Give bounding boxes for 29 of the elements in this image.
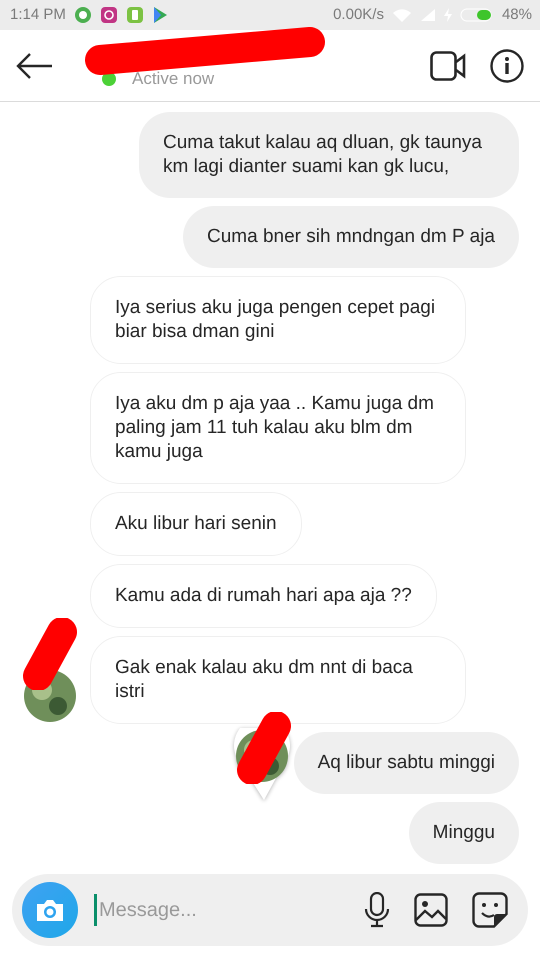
camera-icon — [35, 897, 65, 923]
sticker-icon[interactable] — [472, 892, 508, 928]
info-icon[interactable] — [490, 48, 524, 82]
camera-app-icon — [100, 6, 118, 24]
battery-percent: 48% — [502, 4, 532, 25]
microphone-icon[interactable] — [364, 892, 390, 928]
battery-icon — [460, 7, 494, 23]
avatar[interactable] — [22, 668, 78, 724]
play-store-icon — [152, 6, 168, 24]
chat-message: Minggu — [408, 802, 519, 864]
chat-message: Kamu ada di rumah hari apa aja ?? — [90, 564, 437, 628]
redaction-mark — [22, 618, 78, 690]
chat-message: Iya serius aku juga pengen cepet pagi biar bisa dman gini — [90, 276, 466, 364]
status-time: 1:14 PM — [10, 4, 66, 25]
chat-message: Gak enak kalau aku dm nnt di baca istri — [90, 636, 466, 724]
chat-app-icon — [74, 6, 92, 24]
battery-app-icon — [126, 6, 144, 24]
camera-button[interactable] — [22, 882, 78, 938]
chat-message: Aq libur sabtu minggi — [294, 732, 519, 794]
chat-message: Iya aku dm p aja yaa .. Kamu juga dm paling jam 11 tuh kalau aku blm dm kamu juga — [90, 372, 466, 484]
chat-message: Cuma bner sih mndngan dm P aja — [183, 206, 519, 268]
back-arrow-icon[interactable] — [16, 52, 54, 80]
chat-message: Aku libur hari senin — [90, 492, 302, 556]
message-input[interactable]: Message... — [94, 894, 324, 926]
active-status: Active now — [132, 68, 214, 90]
network-speed: 0.00K/s — [333, 4, 384, 25]
video-call-icon[interactable] — [430, 50, 466, 80]
image-icon[interactable] — [414, 893, 448, 927]
chat-message: Cuma takut kalau aq dluan, gk taunya km lagi dianter suami kan gk lucu, — [139, 112, 519, 198]
